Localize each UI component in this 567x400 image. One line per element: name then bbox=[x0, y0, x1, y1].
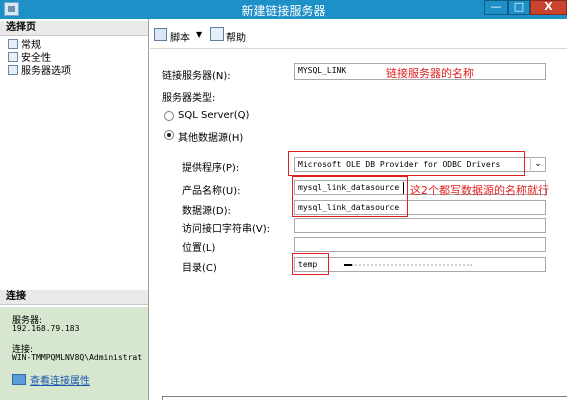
connection-header: 连接 bbox=[0, 290, 148, 305]
provider-label: 提供程序(P): bbox=[182, 163, 240, 174]
datasource-highlight bbox=[292, 176, 408, 217]
page-icon bbox=[8, 65, 18, 75]
provider-string-input[interactable] bbox=[294, 218, 546, 233]
connection-value: WIN-TMMPQMLNV8Q\Administrat bbox=[12, 353, 143, 362]
bottom-panel-edge bbox=[162, 396, 567, 400]
title-bar: 新建链接服务器 — □ X bbox=[0, 0, 567, 19]
linked-server-label: 链接服务器(N): bbox=[162, 71, 231, 82]
server-value: 192.168.79.183 bbox=[12, 324, 80, 333]
page-item-security[interactable]: 安全性 bbox=[8, 52, 51, 65]
catalog-highlight bbox=[292, 253, 329, 275]
help-icon bbox=[210, 27, 224, 41]
page-item-server-options[interactable]: 服务器选项 bbox=[8, 65, 71, 78]
chevron-down-icon[interactable]: ⌄ bbox=[530, 157, 545, 172]
view-connection-properties-link[interactable]: 查看连接属性 bbox=[30, 372, 90, 387]
location-label: 位置(L) bbox=[182, 243, 216, 254]
help-button[interactable]: 帮助 bbox=[226, 29, 246, 44]
other-datasource-label: 其他数据源(H) bbox=[178, 133, 244, 144]
page-icon bbox=[8, 39, 18, 49]
server-type-label: 服务器类型: bbox=[162, 93, 216, 104]
redacted-mark bbox=[352, 264, 472, 266]
minimize-button[interactable]: — bbox=[484, 0, 508, 15]
other-datasource-radio[interactable] bbox=[164, 130, 174, 140]
redacted-mark bbox=[344, 264, 352, 266]
datasource-annotation: 这2个都写数据源的名称就行 bbox=[410, 184, 549, 197]
script-icon bbox=[154, 28, 167, 41]
catalog-label: 目录(C) bbox=[182, 263, 217, 274]
page-icon bbox=[8, 52, 18, 62]
linked-server-annotation: 链接服务器的名称 bbox=[386, 67, 474, 80]
select-page-header: 选择页 bbox=[0, 21, 148, 36]
left-pane: 选择页 常规 安全性 服务器选项 连接 服务器: 192.168.79.183 … bbox=[0, 19, 149, 400]
location-input[interactable] bbox=[294, 237, 546, 252]
close-button[interactable]: X bbox=[530, 0, 567, 15]
datasource-label: 数据源(D): bbox=[182, 206, 231, 217]
product-name-label: 产品名称(U): bbox=[182, 186, 241, 197]
provider-highlight bbox=[288, 151, 525, 176]
script-button[interactable]: 脚本 bbox=[170, 29, 190, 44]
window-title: 新建链接服务器 bbox=[241, 4, 326, 18]
connection-properties-icon bbox=[12, 374, 26, 385]
maximize-button[interactable]: □ bbox=[508, 0, 530, 15]
provider-string-label: 访问接口字符串(V): bbox=[182, 224, 271, 235]
page-item-general[interactable]: 常规 bbox=[8, 39, 41, 52]
script-dropdown-arrow[interactable]: ▼ bbox=[196, 30, 202, 39]
sql-server-label: SQL Server(Q) bbox=[178, 110, 250, 121]
sql-server-radio[interactable] bbox=[164, 111, 174, 121]
